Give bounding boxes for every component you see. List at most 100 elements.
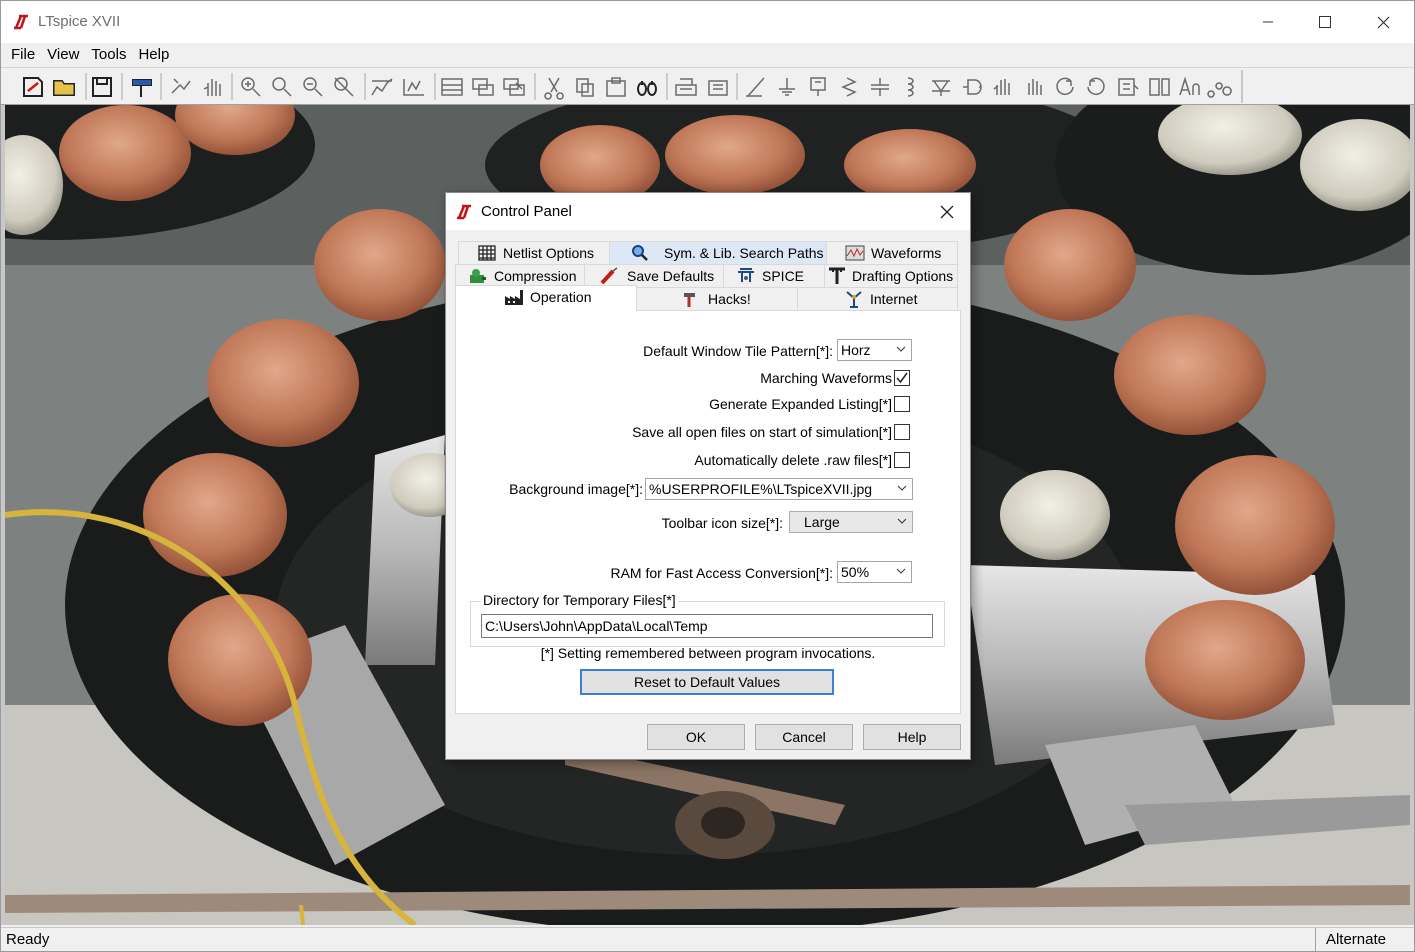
print-preview-icon[interactable] — [708, 80, 728, 96]
minimize-button[interactable] — [1239, 1, 1297, 43]
halt-hand-icon[interactable] — [203, 79, 221, 96]
move-icon[interactable] — [993, 79, 1010, 95]
chevron-down-icon — [897, 518, 907, 524]
checkmark-icon — [896, 372, 908, 384]
tab-waveforms[interactable]: Waveforms — [826, 241, 958, 264]
tab-hacks[interactable]: Hacks! — [636, 287, 798, 310]
close-icon — [1377, 16, 1389, 28]
delete-raw-files-checkbox[interactable] — [894, 452, 910, 468]
tab-drafting-options[interactable]: Drafting Options — [824, 264, 958, 287]
marching-waveforms-label: Marching Waveforms — [760, 370, 892, 386]
paste-icon[interactable] — [606, 77, 626, 97]
close-button[interactable] — [1354, 1, 1412, 43]
tab-label: Operation — [530, 289, 592, 305]
menu-help[interactable]: Help — [132, 43, 175, 67]
tab-operation[interactable]: Operation — [455, 285, 637, 311]
print-icon[interactable] — [675, 78, 697, 96]
tab-netlist-options[interactable]: Netlist Options — [458, 241, 610, 264]
tile-pattern-label: Default Window Tile Pattern[*]: — [643, 343, 833, 359]
app-title: LTspice XVII — [38, 13, 121, 30]
copy-icon[interactable] — [576, 78, 594, 97]
menu-bar: File View Tools Help — [1, 43, 1414, 67]
label-net-icon[interactable] — [810, 77, 826, 96]
tab-sym-lib-search-paths[interactable]: Sym. & Lib. Search Paths — [609, 241, 827, 264]
title-bar: LTspice XVII — [1, 1, 1414, 43]
toolbar-icons — [23, 70, 1243, 103]
ground-icon[interactable] — [779, 78, 795, 96]
zoom-fit-icon[interactable] — [334, 77, 354, 97]
tab-internet[interactable]: Internet — [797, 287, 958, 310]
open-icon[interactable] — [53, 80, 75, 96]
help-button[interactable]: Help — [863, 724, 961, 750]
cancel-button[interactable]: Cancel — [755, 724, 853, 750]
remembered-settings-note: [*] Setting remembered between program i… — [540, 645, 876, 661]
save-open-files-checkbox[interactable] — [894, 424, 910, 440]
delete-raw-files-label: Automatically delete .raw files[*] — [694, 452, 892, 468]
cut-icon[interactable] — [544, 77, 564, 100]
temp-directory-group: Directory for Temporary Files[*] C:\User… — [470, 592, 945, 647]
tab-label: Internet — [870, 291, 918, 307]
rotate-icon[interactable] — [1118, 78, 1139, 96]
background-image-value: %USERPROFILE%\LTspiceXVII.jpg — [649, 481, 873, 497]
text-icon[interactable] — [1179, 76, 1200, 96]
new-schematic-icon[interactable] — [23, 77, 43, 97]
draw-wire-icon[interactable] — [746, 77, 765, 97]
marching-waveforms-checkbox[interactable] — [894, 370, 910, 386]
cascade-icon[interactable] — [472, 78, 494, 96]
menu-file[interactable]: File — [5, 43, 41, 67]
status-text: Ready — [6, 931, 50, 948]
expanded-listing-checkbox[interactable] — [894, 396, 910, 412]
chevron-down-icon — [896, 346, 906, 352]
dialog-close-button[interactable] — [930, 197, 964, 227]
find-icon[interactable] — [637, 81, 658, 96]
inductor-icon[interactable] — [907, 77, 914, 97]
mirror-icon[interactable] — [1149, 78, 1170, 96]
tab-label: Sym. & Lib. Search Paths — [664, 245, 824, 261]
component-icon[interactable] — [963, 79, 982, 95]
zoom-out-icon[interactable] — [303, 77, 323, 97]
redo-icon[interactable] — [1087, 77, 1105, 96]
autorange-icon[interactable] — [371, 78, 393, 96]
temp-directory-input[interactable]: C:\Users\John\AppData\Local\Temp — [481, 614, 933, 638]
tab-label: Netlist Options — [503, 245, 595, 261]
capacitor-icon[interactable] — [871, 78, 889, 96]
tab-compression[interactable]: Compression — [455, 264, 585, 287]
ram-conversion-label: RAM for Fast Access Conversion[*]: — [610, 565, 833, 581]
tile-vertical-icon[interactable] — [403, 79, 424, 96]
diode-icon[interactable] — [932, 80, 950, 96]
menu-tools[interactable]: Tools — [85, 43, 132, 67]
factory-icon — [505, 290, 523, 305]
reset-defaults-button[interactable]: Reset to Default Values — [580, 669, 834, 695]
zoom-in-icon[interactable] — [241, 77, 261, 97]
undo-icon[interactable] — [1056, 77, 1074, 96]
toolbar-icon-size-select[interactable]: Large — [789, 511, 913, 533]
tab-save-defaults[interactable]: Save Defaults — [584, 264, 724, 287]
zoom-area-icon[interactable] — [272, 77, 292, 97]
ltspice-window: LTspice XVII File View Tools Help Ready … — [0, 0, 1415, 952]
ram-conversion-select[interactable]: 50% — [837, 561, 912, 583]
magnifier-icon — [632, 245, 648, 261]
drag-icon[interactable] — [1028, 79, 1042, 95]
spice-directive-icon[interactable] — [1207, 82, 1232, 98]
ok-button[interactable]: OK — [647, 724, 745, 750]
tab-spice[interactable]: SPICE — [723, 264, 825, 287]
drafting-tool-icon — [829, 267, 845, 284]
close-icon — [940, 205, 954, 219]
waveform-icon — [845, 245, 865, 261]
tile-horizontal-icon[interactable] — [441, 78, 463, 96]
background-image-select[interactable]: %USERPROFILE%\LTspiceXVII.jpg — [645, 478, 913, 500]
right-border — [1410, 105, 1414, 925]
spice-icon — [738, 268, 754, 282]
maximize-button[interactable] — [1296, 1, 1354, 43]
tile-pattern-select[interactable]: Horz — [837, 339, 912, 361]
control-panel-dialog: Control Panel Netlist Options Sym. & Lib… — [445, 192, 971, 760]
resistor-icon[interactable] — [841, 77, 857, 97]
run-icon[interactable] — [171, 78, 191, 94]
chevron-down-icon — [897, 485, 907, 491]
menu-view[interactable]: View — [41, 43, 85, 67]
operation-tab-page: Default Window Tile Pattern[*]: Horz Mar… — [455, 310, 961, 714]
control-panel-hammer-icon[interactable] — [132, 79, 152, 97]
close-window-icon[interactable] — [503, 78, 525, 96]
save-icon[interactable] — [92, 77, 112, 97]
dialog-title-bar: Control Panel — [446, 193, 970, 230]
